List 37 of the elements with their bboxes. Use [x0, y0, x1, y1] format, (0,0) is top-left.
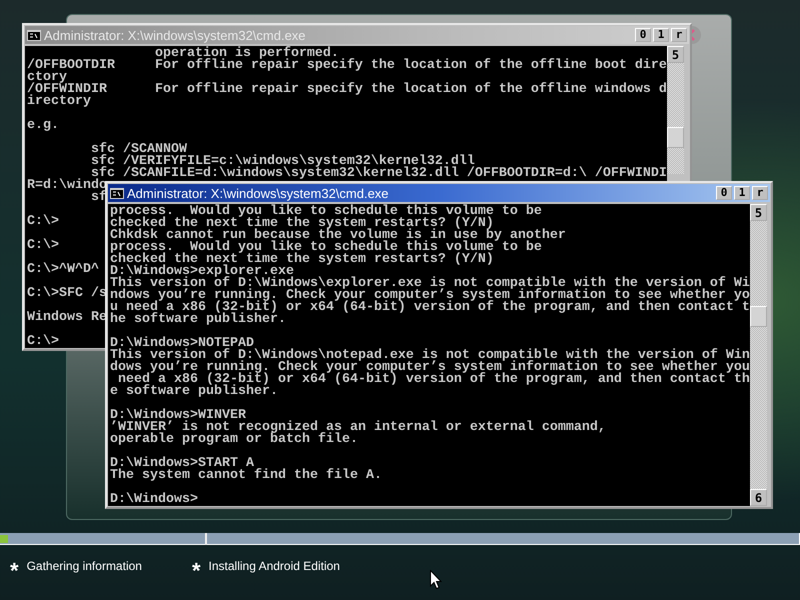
console-line: ctory [27, 72, 67, 84]
scroll-thumb[interactable] [750, 306, 767, 327]
console-line: D:\Windows>explorer.exe [110, 266, 294, 278]
scroll-bar[interactable]: 5 [667, 46, 684, 174]
window-button[interactable]: r [671, 28, 687, 42]
scroll-thumb[interactable] [667, 127, 684, 148]
console-line: D:\Windows> [110, 494, 198, 506]
status-label: Gathering information [26, 558, 142, 574]
mouse-pointer-icon [430, 570, 442, 589]
console-line: irectory [27, 96, 91, 108]
window-button[interactable]: 1 [653, 28, 669, 42]
status-label: Installing Android Edition [208, 558, 340, 574]
console-icon [27, 30, 41, 40]
console-line: C:\> [27, 336, 59, 348]
console-line: The system cannot find the file A. [110, 470, 382, 482]
console-line: e software publisher. [110, 386, 278, 398]
scroll-bar[interactable]: 5 6 [750, 204, 767, 506]
console-line: C:\> [27, 240, 59, 252]
window-button[interactable]: r [752, 186, 768, 200]
console-line: e.g. [27, 120, 59, 132]
window-button[interactable]: 0 [635, 28, 651, 42]
console-line: C:\>^W^D^ [27, 264, 99, 276]
console-line: /OFFBOOTDIR For offline repair specify the location of the offline boot dire [27, 60, 667, 72]
bullet: * [10, 560, 19, 582]
console-line: he software publisher. [110, 314, 286, 326]
scroll-up-button[interactable]: 5 [750, 204, 767, 221]
window-title: Administrator: X:\windows\system32\cmd.exe [44, 28, 307, 42]
window-title: Administrator: X:\windows\system32\cmd.exe [127, 186, 390, 200]
window-button[interactable]: 0 [716, 186, 732, 200]
console-line: operable program or batch file. [110, 434, 358, 446]
console-icon [110, 188, 124, 198]
scroll-down-button[interactable]: 6 [750, 489, 767, 506]
console-line: C:\> [27, 216, 59, 228]
window-button[interactable]: 1 [734, 186, 750, 200]
bullet: * [192, 560, 201, 582]
console-line: operation is performed. [154, 48, 339, 60]
scroll-up-button[interactable]: 5 [667, 46, 684, 63]
